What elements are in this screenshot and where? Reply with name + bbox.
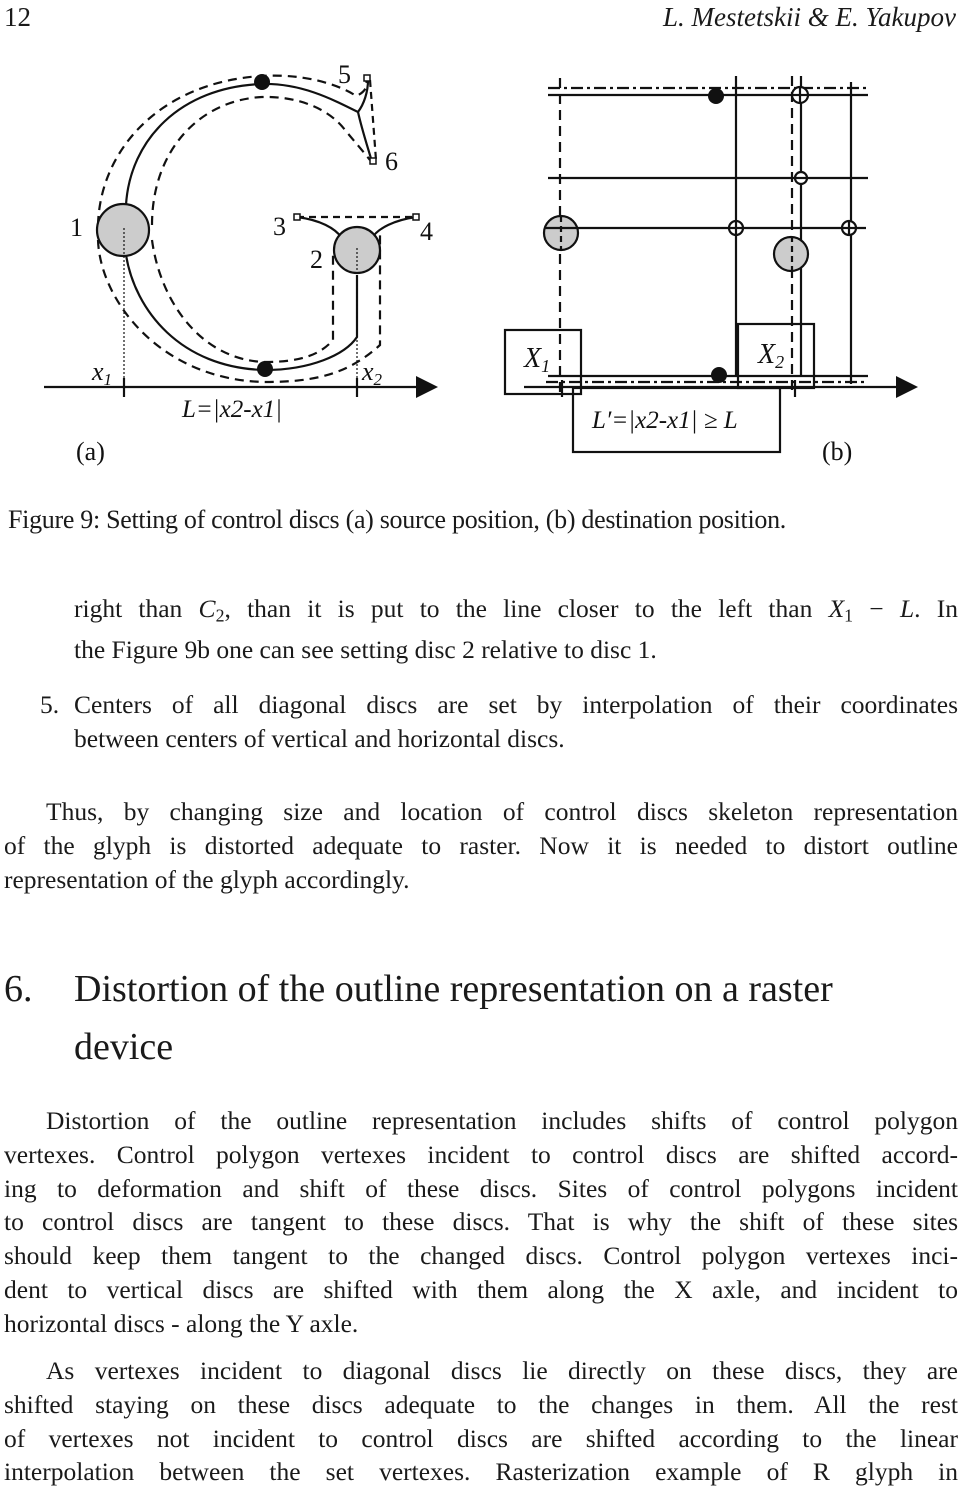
length-formula-a: L=|x2-x1| [181, 396, 282, 423]
length-formula-b: L′=|x2-x1| ≥ L [591, 407, 738, 434]
text-line: right than C2, than it is put to the lin… [74, 594, 958, 626]
skeleton-branch-5 [357, 79, 370, 113]
paragraph-vertexes: As vertexes incident to diagonal discs l… [4, 1354, 958, 1489]
list-item-number: 5. [40, 690, 60, 719]
endpoint-4 [412, 213, 420, 221]
section-title-line: Distortion of the outline representation… [74, 968, 833, 1010]
text-line: Centers of all diagonal discs are set by… [74, 690, 958, 719]
skeleton-upper [124, 82, 359, 206]
text-line: Distortion of the outline representation… [46, 1106, 958, 1135]
vertex-bottom [257, 361, 273, 377]
text-line: shifted staying on these discs adequate … [4, 1389, 958, 1419]
X1-label: X1 [523, 343, 550, 376]
text-line: to control discs are tangent to these di… [4, 1207, 958, 1237]
text-line: dent to vertical discs are shifted with … [4, 1274, 958, 1304]
skeleton-branch-3 [296, 215, 343, 239]
paragraph-distortion: Distortion of the outline representation… [4, 1104, 958, 1341]
disc-label-5: 5 [338, 60, 351, 89]
control-disc-b2 [772, 235, 810, 273]
panel-b-label: (b) [822, 437, 852, 466]
endpoint-3 [293, 213, 301, 221]
vertex-top [254, 74, 270, 90]
figure-caption: Figure 9: Setting of control discs (a) s… [8, 505, 786, 534]
text-line: Thus, by changing size and location of c… [46, 797, 958, 826]
panel-a-glyph-g [44, 74, 438, 398]
text-line: of the glyph is distorted adequate to ra… [4, 830, 958, 860]
text-line: of vertexes not incident to control disc… [4, 1423, 958, 1453]
text-line: vertexes. Control polygon vertexes incid… [4, 1139, 958, 1169]
text-line: As vertexes incident to diagonal discs l… [46, 1356, 958, 1385]
section-number: 6. [4, 968, 33, 1010]
axis-a-arrow [416, 376, 438, 398]
panel-a-label: (a) [76, 437, 105, 466]
disc-label-1: 1 [70, 213, 83, 242]
skeleton-branch-4 [371, 215, 417, 239]
disc-label-6: 6 [385, 147, 398, 176]
paragraph-thus: Thus, by changing size and location of c… [4, 795, 958, 896]
section-title-line: device [74, 1026, 174, 1068]
control-disc-1 [95, 202, 151, 258]
page-number: 12 [4, 2, 31, 32]
skeleton-branch-6 [356, 111, 374, 163]
endpoint-6 [369, 157, 377, 165]
outline-inner-dashed [150, 95, 371, 226]
x2-label: x2 [361, 357, 383, 389]
x1-label: x1 [91, 357, 112, 389]
text-line: horizontal discs - along the Y axle. [4, 1308, 359, 1338]
text-line: interpolation between the set vertexes. … [4, 1457, 958, 1487]
endpoint-5 [363, 74, 371, 82]
running-header-authors: L. Mestetskii & E. Yakupov [663, 2, 956, 32]
disc-label-2: 2 [310, 245, 323, 274]
list-item-4-continuation: right than C2, than it is put to the lin… [74, 592, 958, 667]
text-line: representation of the glyph accordingly. [4, 864, 410, 894]
disc-label-3: 3 [273, 212, 286, 241]
text-line: the Figure 9b one can see setting disc 2… [74, 635, 657, 665]
figure-9: 1 2 3 4 5 6 x1 x2 L=|x2-x1| (a) X1 X2 L′… [44, 60, 918, 466]
text-line: between centers of vertical and horizont… [74, 723, 565, 753]
vertex-b-bottom [711, 367, 727, 383]
axis-b-arrow [896, 376, 918, 398]
panel-b-grid [503, 76, 918, 454]
X2-label: X2 [757, 339, 784, 372]
segment-5-6 [368, 79, 378, 161]
text-line: should keep them tangent to the changed … [4, 1241, 958, 1271]
text-line: ing to deformation and shift of these di… [4, 1173, 958, 1203]
disc-label-4: 4 [420, 217, 433, 246]
vertex-b-top [708, 88, 724, 104]
